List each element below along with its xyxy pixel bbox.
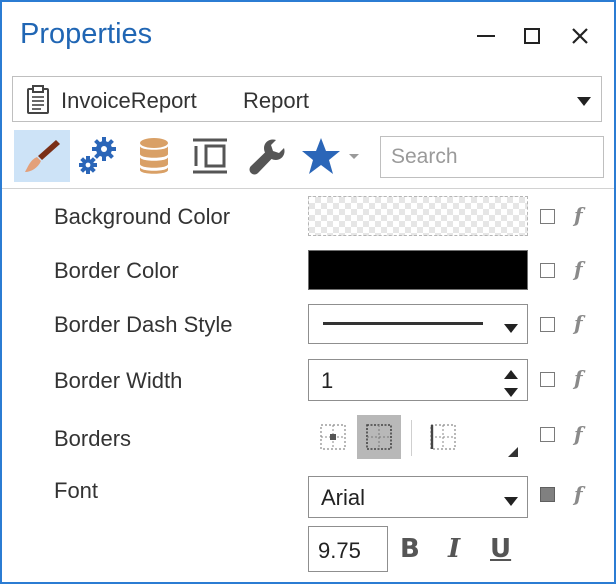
borders-expression-icon[interactable]: f xyxy=(574,422,583,446)
chevron-down-icon xyxy=(577,93,591,111)
borders-checkbox[interactable] xyxy=(540,427,555,442)
property-label-borders: Borders xyxy=(54,426,132,451)
object-name: InvoiceReport xyxy=(61,88,197,113)
tab-appearance[interactable] xyxy=(14,130,70,182)
border-dash-style-checkbox[interactable] xyxy=(540,317,555,332)
borders-custom-button[interactable] xyxy=(421,415,465,459)
spin-up-icon[interactable] xyxy=(504,366,518,384)
font-family-select[interactable]: Arial xyxy=(308,476,528,518)
background-color-expression-icon[interactable]: f xyxy=(574,203,583,227)
spin-down-icon[interactable] xyxy=(504,384,518,402)
toolbar-divider xyxy=(2,188,614,189)
wrench-icon xyxy=(249,139,285,175)
maximize-button[interactable] xyxy=(518,22,546,50)
clipboard-icon xyxy=(25,85,51,120)
tab-data[interactable] xyxy=(126,130,182,182)
background-color-editor[interactable] xyxy=(308,196,528,236)
property-label-border-dash-style: Border Dash Style xyxy=(54,312,233,337)
property-label-background-color: Background Color xyxy=(54,204,231,229)
minimize-icon xyxy=(477,35,495,37)
tab-behavior[interactable] xyxy=(70,130,126,182)
chevron-down-icon xyxy=(504,320,518,338)
font-expression-icon[interactable]: f xyxy=(574,482,583,506)
maximize-icon xyxy=(524,28,540,44)
object-type: Report xyxy=(243,88,310,113)
search-input[interactable] xyxy=(380,136,604,178)
brush-icon xyxy=(25,140,60,172)
toolbar xyxy=(12,128,604,184)
database-icon xyxy=(140,138,168,174)
border-color-editor[interactable] xyxy=(308,250,528,290)
property-label-border-width: Border Width xyxy=(54,368,183,393)
font-size-value: 9.75 xyxy=(318,538,361,563)
border-left-icon xyxy=(430,424,456,450)
layout-icon xyxy=(193,138,227,174)
properties-panel: Properties InvoiceReport Report Search B… xyxy=(0,0,616,584)
title-bar: Properties xyxy=(2,2,614,70)
object-selector[interactable]: InvoiceReport Report xyxy=(12,76,602,122)
minimize-button[interactable] xyxy=(472,22,500,50)
panel-title: Properties xyxy=(20,18,153,50)
chevron-down-icon xyxy=(504,493,518,511)
solid-line-icon xyxy=(323,322,483,325)
tab-layout[interactable] xyxy=(182,130,238,182)
star-icon xyxy=(302,138,359,174)
font-family-value: Arial xyxy=(321,485,366,510)
borders-more-icon[interactable] xyxy=(508,444,518,462)
underline-button[interactable]: U xyxy=(490,534,511,564)
border-width-checkbox[interactable] xyxy=(540,372,555,387)
border-color-expression-icon[interactable]: f xyxy=(574,257,583,281)
border-all-icon xyxy=(366,424,392,450)
border-color-checkbox[interactable] xyxy=(540,263,555,278)
bold-button[interactable]: B xyxy=(400,534,420,564)
border-width-expression-icon[interactable]: f xyxy=(574,366,583,390)
border-dash-style-select[interactable] xyxy=(308,304,528,344)
font-size-input[interactable]: 9.75 xyxy=(308,526,388,572)
close-icon xyxy=(572,28,588,44)
gears-icon xyxy=(79,137,116,174)
border-dash-style-expression-icon[interactable]: f xyxy=(574,311,583,335)
borders-none-button[interactable] xyxy=(311,415,355,459)
font-checkbox[interactable] xyxy=(540,487,555,502)
border-width-spin-editor[interactable]: 1 xyxy=(308,359,528,401)
borders-all-button[interactable] xyxy=(357,415,401,459)
border-none-icon xyxy=(320,424,346,450)
close-button[interactable] xyxy=(566,22,594,50)
property-label-border-color: Border Color xyxy=(54,258,179,283)
borders-separator xyxy=(411,420,412,456)
property-label-font: Font xyxy=(54,478,99,503)
tab-tools[interactable] xyxy=(238,130,294,182)
background-color-checkbox[interactable] xyxy=(540,209,555,224)
italic-button[interactable]: I xyxy=(448,534,460,564)
border-width-value: 1 xyxy=(321,368,334,393)
tab-favorites[interactable] xyxy=(296,130,366,182)
